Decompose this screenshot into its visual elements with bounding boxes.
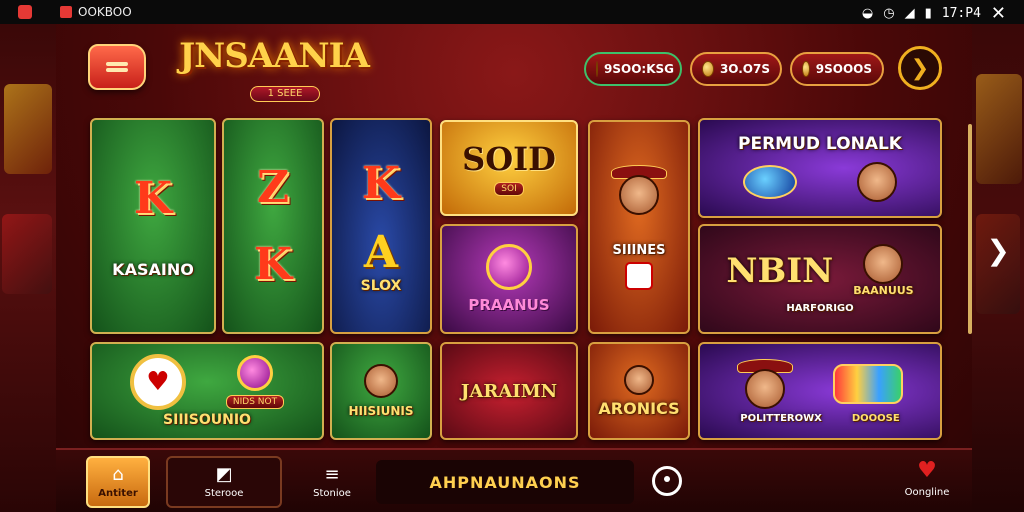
lobby-panel: JNSAANIA 1 SEEE 9SOO:KSG 3O.O7S 9SOOOS ❯… <box>56 24 972 512</box>
status-app-text: OOKBOO <box>78 5 132 19</box>
gem-icon <box>486 244 532 290</box>
game-tile-politeswix[interactable]: POLITTEROWX DOOOSE <box>698 342 942 440</box>
game-title: PERMUD LONALK <box>738 134 902 154</box>
status-bar: OOKBOO ◒ ◷ ◢ ▮ 17:P4 ✕ <box>0 0 1024 24</box>
status-time: 17:P4 <box>941 6 981 21</box>
game-tile-slox[interactable]: K A SLOX <box>330 118 432 334</box>
game-tile-aronics[interactable]: ARONICS <box>588 342 690 440</box>
balance-pill-3[interactable]: 9SOOOS <box>790 52 884 86</box>
app-notification-icon <box>18 5 32 19</box>
nav-favorites[interactable]: ♥ Oongline <box>902 458 952 506</box>
emblem-icon <box>237 355 273 391</box>
vertical-scrollbar[interactable] <box>968 124 972 334</box>
game-title: SOID <box>462 140 556 178</box>
slot-machine-decor <box>2 214 52 294</box>
logo-title: JNSAANIA <box>179 36 370 76</box>
game-tile-permud[interactable]: PERMUD LONALK <box>698 118 942 218</box>
balance-pill-2[interactable]: 3O.O7S <box>690 52 782 86</box>
logo: JNSAANIA 1 SEEE <box>174 28 374 108</box>
game-footer: HARFORIGO <box>786 303 854 314</box>
game-tile-siiisounio[interactable]: ♥ NIDS NOT SIIISOUNIO <box>90 342 324 440</box>
nav-home[interactable]: ⌂ Antiter <box>86 456 150 508</box>
coin-icon <box>702 61 714 77</box>
game-footer-right: DOOOSE <box>851 412 900 424</box>
game-label: PRAANUS <box>468 296 550 314</box>
wifi-icon: ◒ <box>861 6 874 21</box>
close-icon[interactable]: ✕ <box>991 3 1006 24</box>
game-tile-kasaino[interactable]: K KASAINO <box>90 118 216 334</box>
game-badge: SOI <box>494 182 524 196</box>
nav-label: Antiter <box>98 487 138 499</box>
right-backdrop <box>972 24 1024 512</box>
nav-item-3[interactable]: ≡ Stonioe <box>292 456 372 508</box>
coin-icon <box>596 61 598 77</box>
balance-pill-1[interactable]: 9SOO:KSG <box>584 52 682 86</box>
game-title: NBIN <box>726 250 834 291</box>
balance-value: 9SOO:KSG <box>604 62 674 76</box>
picture-icon: ◩ <box>215 463 233 485</box>
character-face <box>745 368 785 409</box>
balance-value: 9SOOOS <box>815 62 872 76</box>
game-badge: NIDS NOT <box>225 395 285 409</box>
game-tile-z-k[interactable]: Z K <box>222 118 324 334</box>
slot-machine-decor <box>4 84 52 174</box>
game-label: ARONICS <box>598 398 680 418</box>
game-subtitle: BAANUUS <box>853 284 914 297</box>
game-tile-nbin[interactable]: NBIN BAANUUS HARFORIGO <box>698 224 942 334</box>
nav-label: Stonioe <box>313 487 351 499</box>
promotions-button[interactable]: AHPNAUNAONS <box>376 460 634 504</box>
game-tile-hiisiunis[interactable]: HIISIUNIS <box>330 342 432 440</box>
character-face <box>619 174 659 215</box>
heart-icon: ♥ <box>917 458 937 483</box>
playing-card-icon: ♥ <box>129 354 186 410</box>
game-tile-praanus[interactable]: PRAANUS <box>440 224 578 334</box>
dice-icon <box>625 261 653 290</box>
game-tile-hat-man[interactable]: SIIINES <box>588 120 690 334</box>
coin-icon <box>802 61 810 77</box>
nav-label: Sterooe <box>204 487 244 499</box>
character-face <box>857 162 897 202</box>
next-page-icon[interactable]: ❯ <box>987 234 1010 267</box>
game-label: JARAIMN <box>460 380 558 402</box>
character-face <box>624 364 654 395</box>
home-icon: ⌂ <box>112 463 124 485</box>
logo-subtitle: 1 SEEE <box>250 86 320 102</box>
slot-chest-icon <box>833 363 903 404</box>
next-button[interactable]: ❯ <box>898 46 942 90</box>
menu-icon <box>106 60 128 74</box>
game-glyph: A <box>363 227 399 278</box>
balance-value: 3O.O7S <box>719 62 770 76</box>
character-face <box>863 244 904 284</box>
game-label: SIIISOUNIO <box>163 412 251 428</box>
nav-item-2[interactable]: ◩ Sterooe <box>166 456 282 508</box>
character-face <box>364 364 398 398</box>
game-footer-left: POLITTEROWX <box>740 412 822 424</box>
game-label: HIISIUNIS <box>348 404 414 418</box>
left-backdrop <box>0 24 56 512</box>
game-glyph: K <box>361 158 401 209</box>
game-glyph: Z <box>256 162 290 213</box>
orb-icon <box>743 165 797 199</box>
menu-button[interactable] <box>88 44 146 90</box>
nav-label: Oongline <box>904 487 950 498</box>
battery-icon: ▮ <box>924 6 932 21</box>
game-label: KASAINO <box>112 260 194 279</box>
game-label: SIIINES <box>612 242 666 258</box>
game-tile-soid[interactable]: SOID SOI <box>440 120 578 216</box>
slot-machine-decor <box>976 74 1022 184</box>
game-glyph: K <box>133 173 173 224</box>
game-label: SLOX <box>360 278 402 294</box>
chevron-right-icon: ❯ <box>910 55 930 81</box>
game-tile-jaraimn[interactable]: JARAIMN <box>440 342 578 440</box>
signal-icon: ◢ <box>904 6 915 21</box>
list-icon: ≡ <box>324 463 340 485</box>
app-logo-icon <box>60 6 72 18</box>
game-glyph: K <box>253 239 293 290</box>
alarm-icon: ◷ <box>883 6 895 21</box>
support-icon[interactable] <box>652 466 682 496</box>
bottom-nav: ⌂ Antiter ◩ Sterooe ≡ Stonioe AHPNAUNAON… <box>56 448 972 512</box>
